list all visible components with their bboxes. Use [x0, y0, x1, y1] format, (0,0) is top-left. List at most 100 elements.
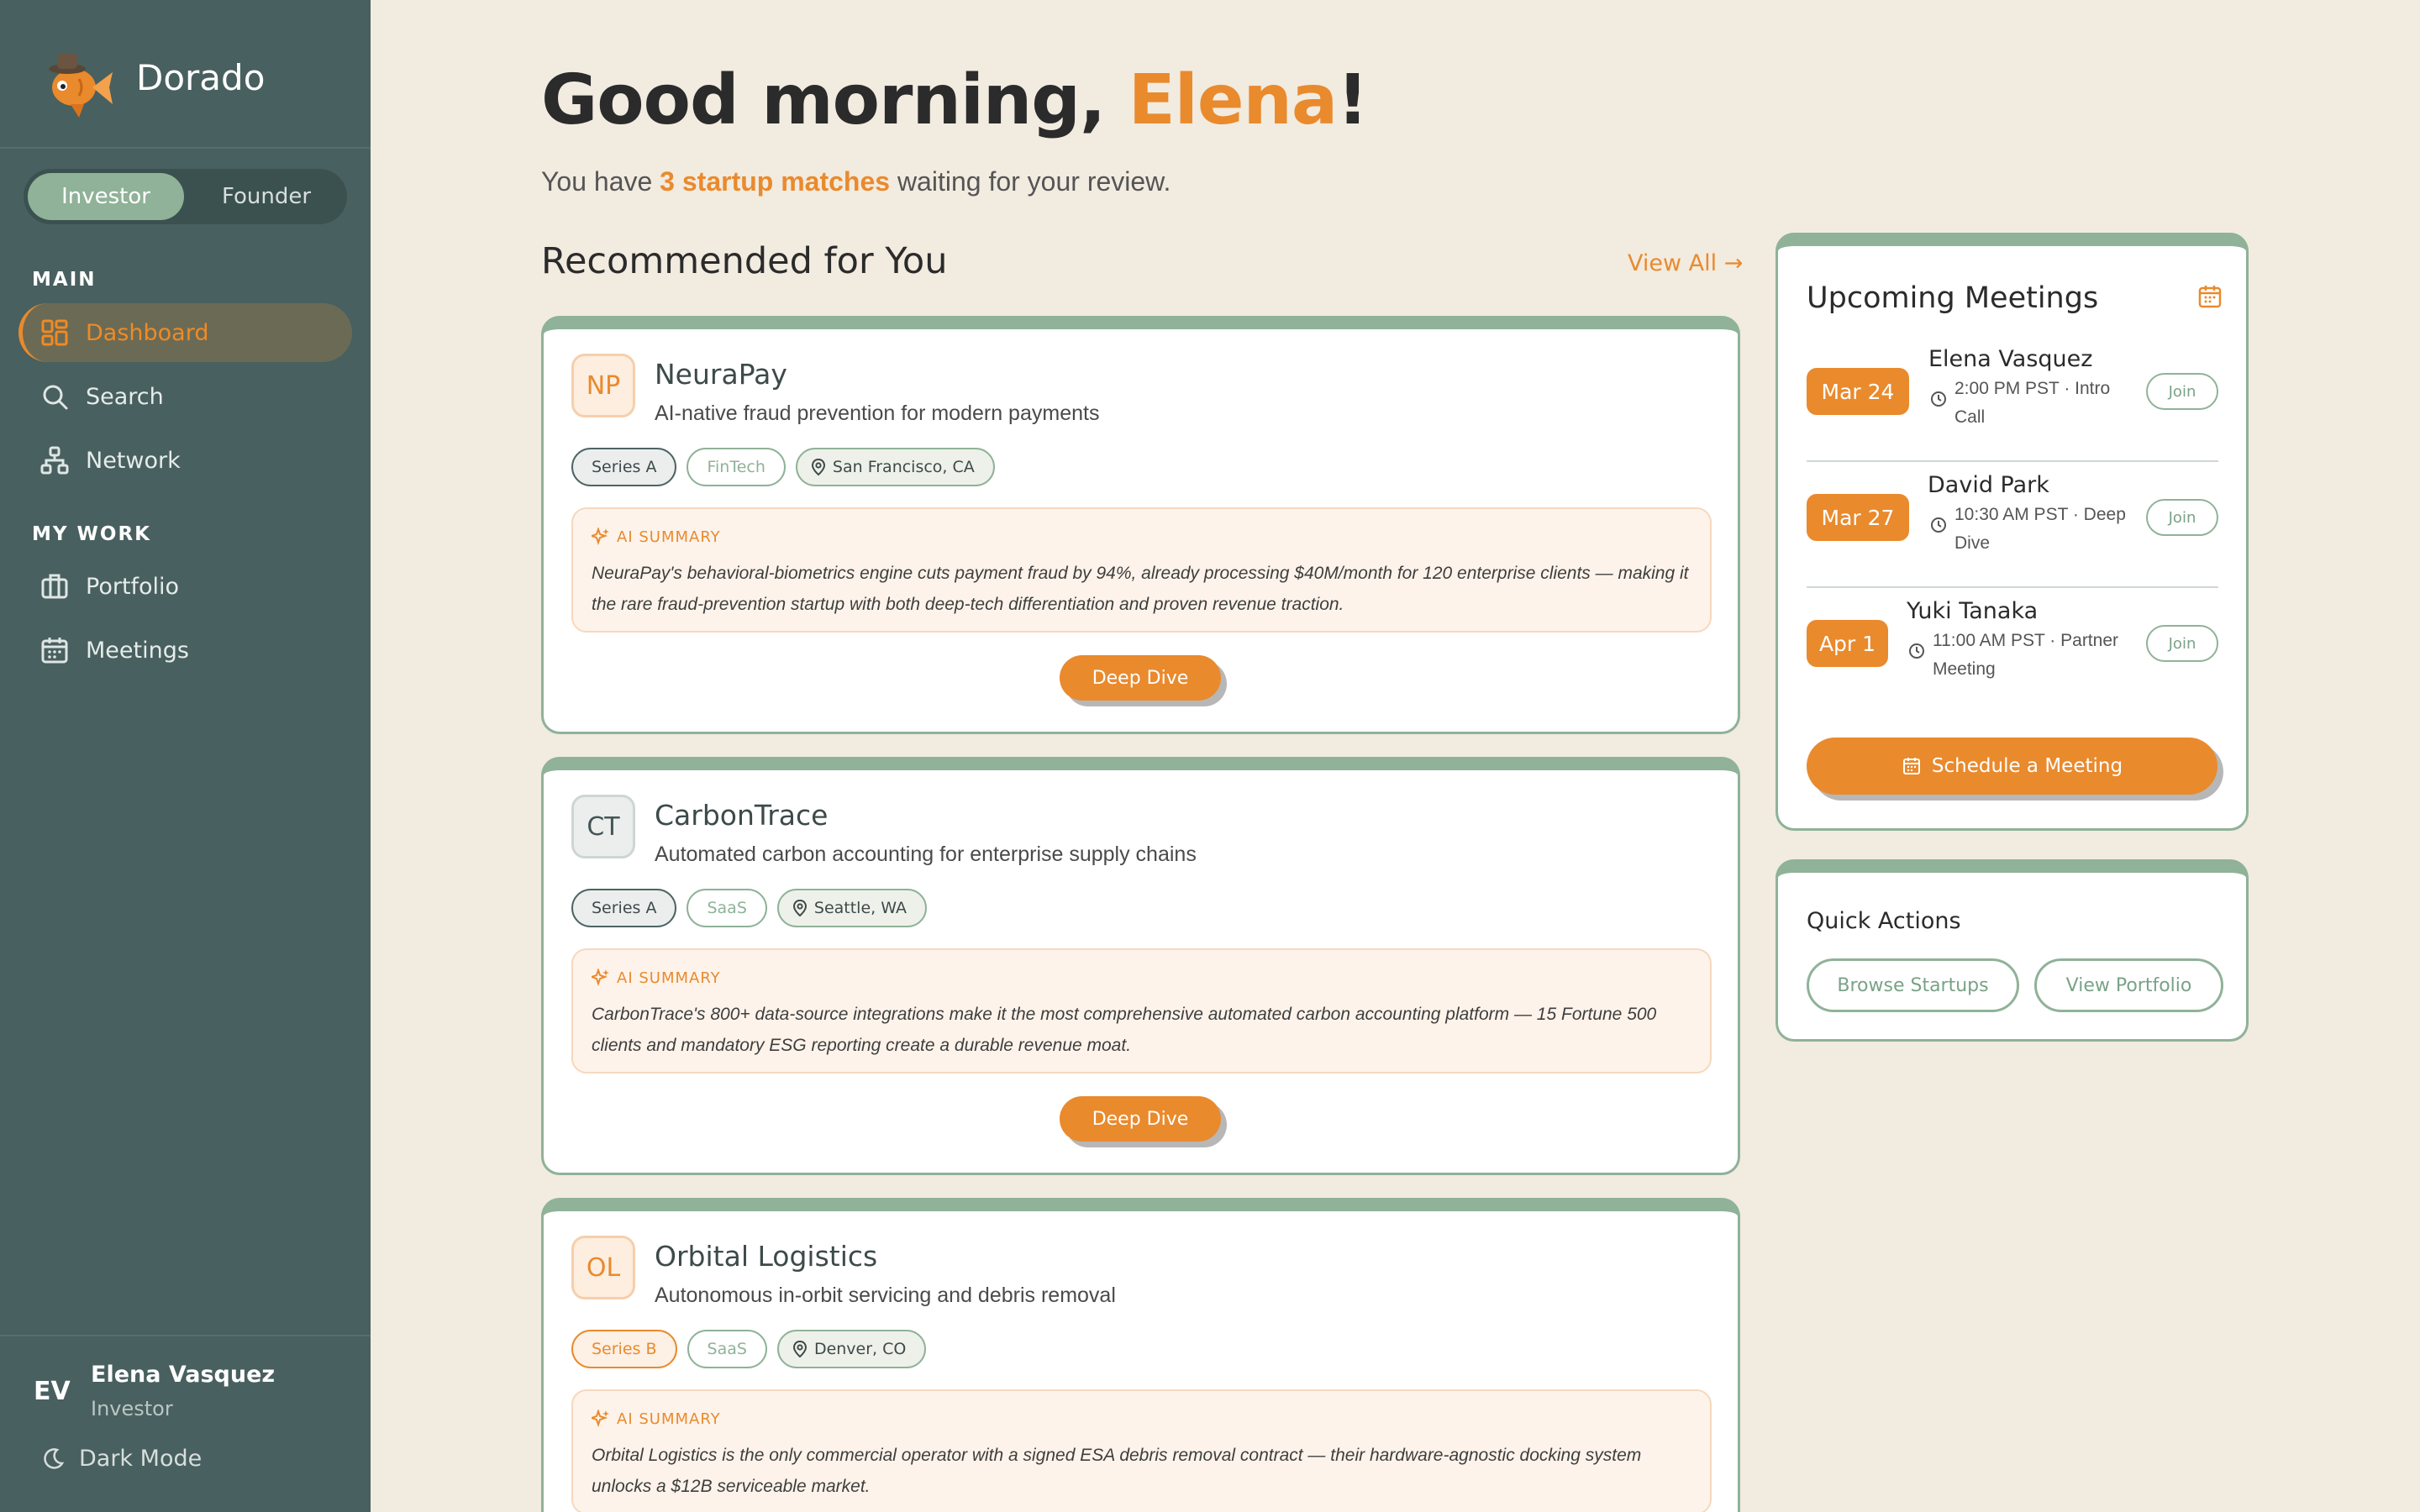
deep-dive-button[interactable]: Deep Dive	[1060, 1096, 1221, 1142]
network-icon	[40, 446, 69, 475]
view-portfolio-button[interactable]: View Portfolio	[2034, 958, 2223, 1012]
stage-tag[interactable]: Series A	[571, 448, 677, 486]
goldfish-logo-icon[interactable]	[37, 39, 118, 119]
meeting-time: 11:00 AM PST · Partner Meeting	[1933, 627, 2118, 684]
user-role: Investor	[91, 1397, 173, 1420]
sector-tag[interactable]: SaaS	[687, 889, 767, 927]
stage-tag[interactable]: Series B	[571, 1330, 677, 1368]
avatar: EV	[34, 1377, 71, 1406]
deep-dive-button[interactable]: Deep Dive	[1060, 655, 1221, 701]
sparkle-icon	[592, 1410, 609, 1428]
sector-tag[interactable]: FinTech	[687, 448, 786, 486]
subline-suffix: waiting for your review.	[890, 166, 1171, 197]
map-pin-icon	[811, 458, 825, 476]
role-investor-button[interactable]: Investor	[28, 173, 184, 220]
user-profile[interactable]: EV Elena Vasquez Investor Dark Mode	[0, 1335, 371, 1512]
stage-tag[interactable]: Series A	[571, 889, 677, 927]
ai-summary-text: CarbonTrace's 800+ data-source integrati…	[592, 1005, 1657, 1055]
meeting-time-line: 2:00 PM PST · Intro	[1954, 379, 2111, 398]
startup-tags: Series A SaaS Seattle, WA	[571, 889, 927, 927]
meeting-date-badge: Apr 1	[1807, 620, 1888, 667]
sidebar-item-search[interactable]: Search	[18, 367, 352, 426]
startup-logo: OL	[571, 1236, 635, 1299]
meeting-time-line: 11:00 AM PST · Partner	[1933, 631, 2118, 650]
view-all-link[interactable]: View All →	[1628, 250, 1743, 276]
meeting-name: Yuki Tanaka	[1907, 598, 2039, 624]
sidebar-item-label: Portfolio	[86, 573, 180, 600]
recommended-title: Recommended for You	[541, 240, 948, 282]
matches-count-link[interactable]: 3 startup matches	[660, 166, 890, 197]
join-button[interactable]: Join	[2146, 499, 2218, 536]
dark-mode-label: Dark Mode	[79, 1446, 203, 1472]
startup-name[interactable]: NeuraPay	[655, 358, 787, 391]
meeting-time-line: 10:30 AM PST · Deep	[1954, 505, 2126, 524]
sidebar-item-portfolio[interactable]: Portfolio	[18, 557, 352, 616]
ai-summary-header: AI SUMMARY	[592, 1410, 721, 1428]
calendar-icon	[1902, 758, 1920, 774]
ai-summary-header: AI SUMMARY	[592, 969, 721, 987]
meeting-item: Mar 27 David Park 10:30 AM PST · Deep Di…	[1807, 462, 2218, 588]
location-tag[interactable]: Seattle, WA	[776, 889, 927, 927]
startup-tags: Series B SaaS Denver, CO	[571, 1330, 927, 1368]
startup-logo: NP	[571, 354, 635, 417]
sector-tag[interactable]: SaaS	[687, 1330, 767, 1368]
ai-summary-label: AI SUMMARY	[617, 528, 721, 546]
location-text: San Francisco, CA	[832, 458, 975, 476]
nav-heading-main: MAIN	[32, 269, 97, 291]
meeting-time: 10:30 AM PST · Deep Dive	[1954, 501, 2126, 558]
meeting-type-line: Call	[1954, 407, 1986, 427]
dashboard-grid-icon	[41, 319, 68, 346]
startup-tagline: Autonomous in-orbit servicing and debris…	[655, 1284, 1116, 1307]
meeting-name: Elena Vasquez	[1928, 346, 2093, 372]
meeting-item: Mar 24 Elena Vasquez 2:00 PM PST · Intro…	[1807, 336, 2218, 462]
sparkle-icon	[592, 969, 609, 987]
schedule-meeting-button[interactable]: Schedule a Meeting	[1807, 738, 2217, 795]
app-name: Dorado	[136, 57, 266, 98]
ai-summary: AI SUMMARY CarbonTrace's 800+ data-sourc…	[571, 948, 1712, 1074]
meetings-title: Upcoming Meetings	[1807, 281, 2099, 315]
sidebar-item-label: Dashboard	[86, 319, 209, 346]
role-founder-button[interactable]: Founder	[188, 173, 345, 220]
location-tag[interactable]: San Francisco, CA	[795, 448, 995, 486]
map-pin-icon	[792, 1340, 807, 1358]
location-tag[interactable]: Denver, CO	[776, 1330, 927, 1368]
ai-summary: AI SUMMARY Orbital Logistics is the only…	[571, 1389, 1712, 1512]
dark-mode-toggle[interactable]: Dark Mode	[40, 1446, 202, 1472]
nav-heading-my-work: MY WORK	[32, 523, 152, 545]
clock-icon	[1909, 643, 1924, 659]
upcoming-meetings-panel: Upcoming Meetings Mar 24 Elena Vasquez 2…	[1776, 233, 2249, 831]
greeting-suffix: !	[1337, 60, 1368, 140]
ai-summary: AI SUMMARY NeuraPay's behavioral-biometr…	[571, 507, 1712, 633]
role-toggle: Investor Founder	[24, 169, 347, 224]
browse-startups-button[interactable]: Browse Startups	[1807, 958, 2019, 1012]
ai-summary-label: AI SUMMARY	[617, 1410, 721, 1428]
sidebar-item-network[interactable]: Network	[18, 431, 352, 490]
sidebar-item-dashboard[interactable]: Dashboard	[18, 303, 352, 362]
clock-icon	[1931, 391, 1946, 407]
ai-summary-text: NeuraPay's behavioral-biometrics engine …	[592, 564, 1689, 614]
join-button[interactable]: Join	[2146, 373, 2218, 410]
sparkle-icon	[592, 528, 609, 546]
meeting-item: Apr 1 Yuki Tanaka 11:00 AM PST · Partner…	[1807, 588, 2218, 714]
ai-summary-text: Orbital Logistics is the only commercial…	[592, 1446, 1642, 1496]
meeting-type-line: Meeting	[1933, 659, 1996, 679]
startup-name[interactable]: CarbonTrace	[655, 799, 828, 832]
moon-icon	[44, 1447, 65, 1469]
startup-tagline: AI-native fraud prevention for modern pa…	[655, 402, 1100, 425]
calendar-icon[interactable]	[2197, 284, 2223, 309]
sidebar-item-label: Search	[86, 383, 164, 410]
schedule-meeting-label: Schedule a Meeting	[1931, 755, 2123, 777]
calendar-icon	[41, 638, 68, 664]
startup-logo: CT	[571, 795, 635, 858]
ai-summary-label: AI SUMMARY	[617, 969, 721, 987]
startup-name[interactable]: Orbital Logistics	[655, 1240, 877, 1273]
join-button[interactable]: Join	[2146, 625, 2218, 662]
meeting-type-line: Dive	[1954, 533, 1991, 553]
page-title: Good morning, Elena!	[541, 60, 1369, 140]
startup-card-neurapay: NP NeuraPay AI-native fraud prevention f…	[541, 316, 1740, 734]
search-icon	[43, 385, 68, 410]
ai-summary-header: AI SUMMARY	[592, 528, 721, 546]
startup-tags: Series A FinTech San Francisco, CA	[571, 448, 995, 486]
startup-card-carbontrace: CT CarbonTrace Automated carbon accounti…	[541, 757, 1740, 1175]
sidebar-item-meetings[interactable]: Meetings	[18, 621, 352, 680]
